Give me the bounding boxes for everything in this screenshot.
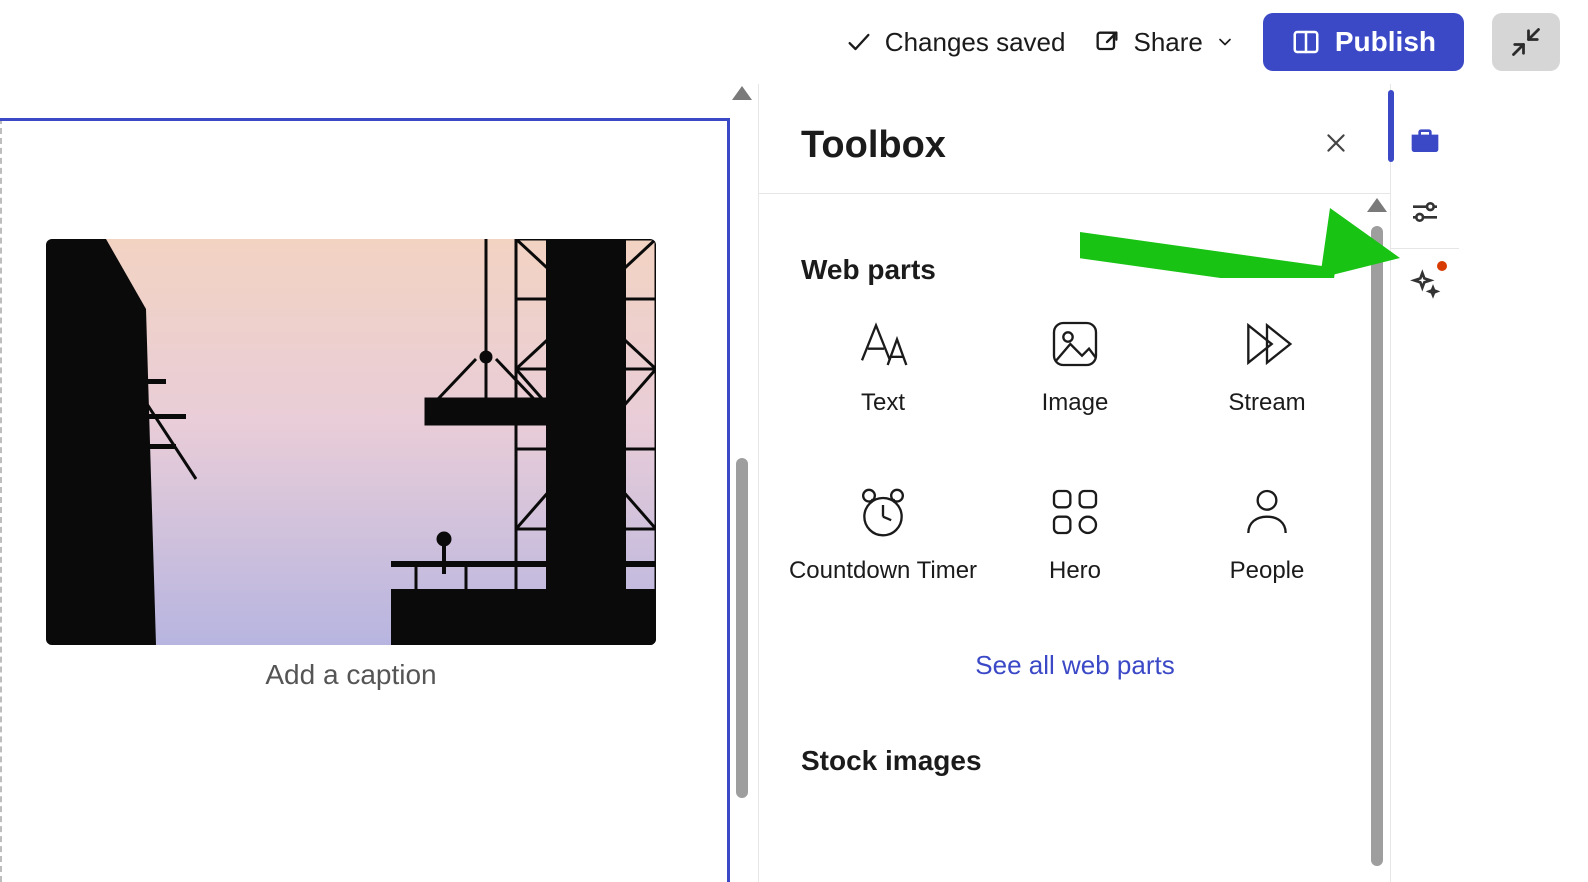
properties-rail (1390, 84, 1459, 882)
close-icon (1323, 130, 1349, 156)
notification-badge (1437, 261, 1447, 271)
webpart-text-label: Text (861, 388, 905, 418)
webpart-countdown[interactable]: Countdown Timer (787, 482, 979, 640)
sliders-icon (1409, 196, 1441, 228)
see-all-webparts-link[interactable]: See all web parts (759, 640, 1391, 711)
clock-icon (855, 484, 911, 540)
stream-icon (1239, 316, 1295, 372)
command-bar: Changes saved Share Publish (0, 0, 1588, 84)
collapse-button[interactable] (1492, 13, 1560, 71)
construction-image (46, 239, 656, 645)
toolbox-close-button[interactable] (1323, 130, 1349, 161)
webpart-image[interactable]: Image (979, 314, 1171, 472)
section-webparts-title: Web parts (759, 196, 1391, 296)
rail-settings-button[interactable] (1391, 176, 1459, 248)
publish-label: Publish (1335, 26, 1436, 58)
share-icon (1093, 28, 1121, 56)
webpart-image-label: Image (1042, 388, 1109, 418)
rail-suggest-button[interactable] (1391, 249, 1459, 321)
image-webpart[interactable] (46, 239, 656, 645)
webpart-countdown-label: Countdown Timer (789, 556, 977, 586)
webpart-people[interactable]: People (1171, 482, 1363, 640)
chevron-down-icon[interactable] (1215, 32, 1235, 52)
toolbox-scrollbar[interactable] (1367, 196, 1387, 882)
share-button[interactable]: Share (1093, 27, 1234, 58)
image-icon (1047, 316, 1103, 372)
sparkle-icon (1409, 269, 1441, 301)
text-icon (855, 316, 911, 372)
tiles-icon (1047, 484, 1103, 540)
person-icon (1239, 484, 1295, 540)
publish-button[interactable]: Publish (1263, 13, 1464, 71)
webpart-hero-label: Hero (1049, 556, 1101, 586)
editor-area: Add a caption (0, 84, 758, 882)
webpart-people-label: People (1230, 556, 1305, 586)
webpart-stream-label: Stream (1228, 388, 1305, 418)
toolbox-title: Toolbox (801, 124, 946, 167)
webpart-hero[interactable]: Hero (979, 482, 1171, 640)
collapse-icon (1511, 27, 1541, 57)
rail-toolbox-button[interactable] (1391, 104, 1459, 176)
webpart-text[interactable]: Text (787, 314, 979, 472)
section-stockimages-title: Stock images (759, 711, 1391, 787)
webparts-grid: Text Image Stream Countdown Timer (759, 296, 1391, 640)
share-label: Share (1133, 27, 1202, 58)
toolbox-panel: Toolbox Web parts Text Image (758, 84, 1391, 882)
webpart-stream[interactable]: Stream (1171, 314, 1363, 472)
image-caption-input[interactable]: Add a caption (46, 659, 656, 691)
book-icon (1291, 27, 1321, 57)
status-text: Changes saved (885, 27, 1066, 58)
checkmark-icon (845, 28, 873, 56)
toolbox-icon (1409, 124, 1441, 156)
editor-scrollbar[interactable] (732, 84, 752, 882)
status-saved: Changes saved (845, 27, 1066, 58)
